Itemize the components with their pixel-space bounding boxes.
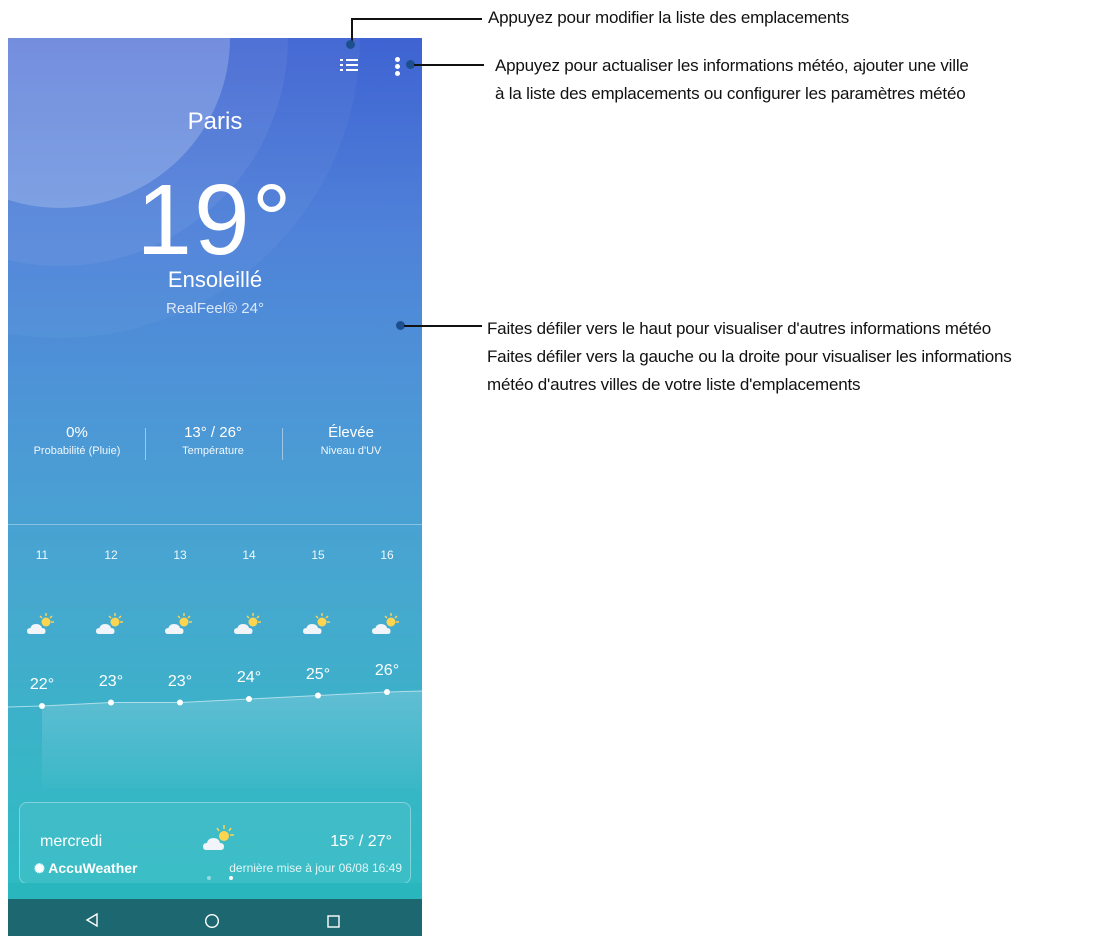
forecast-day: mercredi xyxy=(40,833,103,850)
partly-sunny-icon xyxy=(234,613,261,634)
hourly-label: 13 xyxy=(173,548,187,562)
recents-icon[interactable] xyxy=(326,914,342,930)
partly-sunny-icon xyxy=(96,613,123,634)
hourly-temperature: 25° xyxy=(305,665,331,683)
current-temperature: 19° xyxy=(136,164,294,276)
sun-logo-icon: ✺ xyxy=(34,861,45,876)
stat-uv-level: Élevée Niveau d'UV xyxy=(283,424,419,457)
callout-line-location-list xyxy=(352,18,482,20)
accuweather-logo[interactable]: ✺ AccuWeather xyxy=(34,860,138,877)
stat-rain-probability: 0% Probabilité (Pluie) xyxy=(9,424,145,457)
weather-app-screen[interactable]: Paris 19° Ensoleillé RealFeel® 24° 0% Pr… xyxy=(8,38,422,936)
annotation-line: Appuyez pour actualiser les informations… xyxy=(495,56,969,75)
partly-sunny-icon xyxy=(372,613,399,634)
hourly-temperature-chart xyxy=(8,689,422,788)
temperature-point xyxy=(177,699,183,706)
stat-caption: Niveau d'UV xyxy=(320,445,382,457)
more-options-button[interactable] xyxy=(390,52,406,80)
temperature-area xyxy=(42,691,422,788)
stat-value: Élevée xyxy=(328,424,374,441)
list-icon xyxy=(340,59,343,61)
callout-line-more-options xyxy=(414,64,484,66)
hourly-label: 16 xyxy=(380,548,394,562)
section-divider xyxy=(8,524,422,525)
annotation-scroll: Faites défiler vers le haut pour visuali… xyxy=(487,315,1012,399)
stat-caption: Probabilité (Pluie) xyxy=(33,445,121,457)
temperature-point xyxy=(108,699,114,706)
system-navigation-bar xyxy=(8,899,422,936)
annotation-more-options: Appuyez pour actualiser les informations… xyxy=(495,52,969,108)
realfeel-temperature: RealFeel® 24° xyxy=(166,300,264,317)
location-list-button[interactable] xyxy=(332,52,364,80)
partly-sunny-icon xyxy=(303,613,330,634)
hourly-label: 15 xyxy=(311,548,325,562)
annotation-line: à la liste des emplacements ou configure… xyxy=(495,84,966,103)
temperature-point xyxy=(39,703,45,709)
hourly-label: 12 xyxy=(104,548,118,562)
annotation-line: météo d'autres villes de votre liste d'e… xyxy=(487,375,861,394)
partly-sunny-icon xyxy=(203,825,234,850)
partly-sunny-icon xyxy=(27,613,54,634)
city-name: Paris xyxy=(187,108,243,135)
annotation-location-list: Appuyez pour modifier la liste des empla… xyxy=(488,8,850,27)
page-dot xyxy=(207,876,211,880)
callout-stem-location-list xyxy=(351,18,353,42)
forecast-temp-range: 15° / 27° xyxy=(330,833,392,850)
brand-name: AccuWeather xyxy=(48,860,138,876)
hourly-temperature: 24° xyxy=(236,669,262,686)
hourly-temperature: 23° xyxy=(167,672,193,690)
hourly-label: 14 xyxy=(242,548,256,562)
last-update-time: dernière mise à jour 06/08 16:49 xyxy=(229,861,402,875)
back-icon[interactable] xyxy=(85,913,99,927)
stat-temperature-range: 13° / 26° Température xyxy=(145,424,281,457)
hourly-temperature: 22° xyxy=(29,676,55,693)
page-dot-active xyxy=(229,876,233,880)
hourly-label: 11 xyxy=(35,548,49,562)
stat-caption: Température xyxy=(182,445,244,457)
annotation-line: Faites défiler vers la gauche ou la droi… xyxy=(487,347,1012,366)
temperature-point xyxy=(246,696,252,702)
temperature-point xyxy=(315,692,321,699)
hourly-temperature: 26° xyxy=(374,662,400,679)
home-icon[interactable] xyxy=(204,913,220,929)
annotation-line: Faites défiler vers le haut pour visuali… xyxy=(487,319,992,338)
partly-sunny-icon xyxy=(165,613,192,634)
stat-value: 13° / 26° xyxy=(184,424,242,441)
callout-marker-location-list xyxy=(346,40,355,49)
hourly-temperature: 23° xyxy=(98,672,124,690)
callout-line-scroll xyxy=(404,325,482,327)
weather-condition: Ensoleillé xyxy=(167,267,263,292)
stat-value: 0% xyxy=(66,424,88,441)
more-vert-icon xyxy=(395,57,400,62)
temperature-point xyxy=(384,689,390,695)
